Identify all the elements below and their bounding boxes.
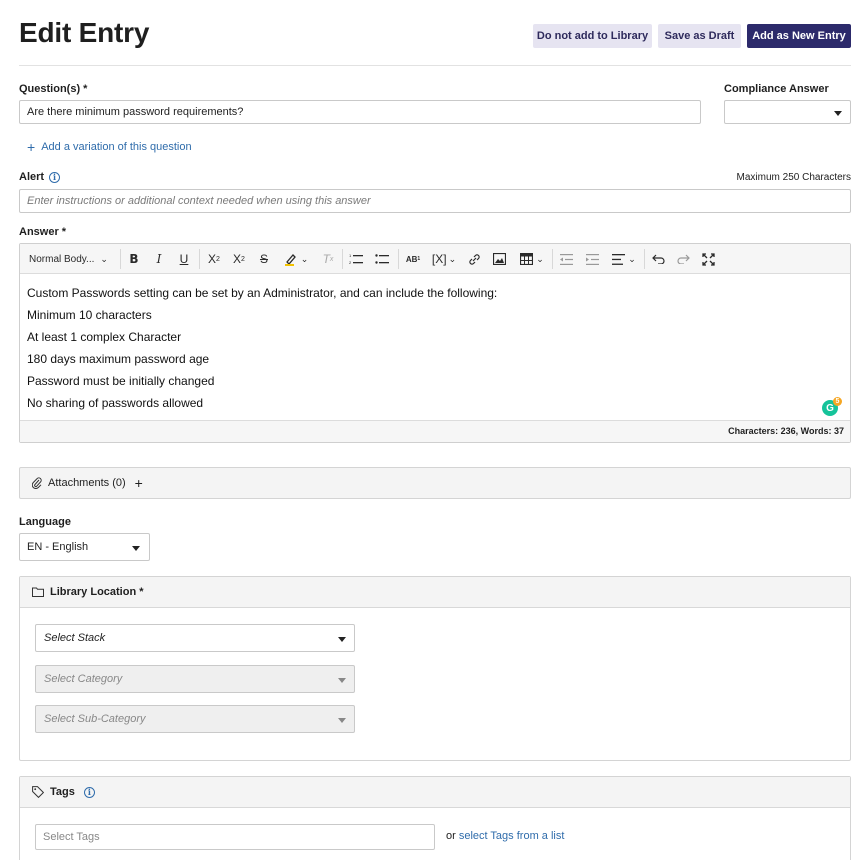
library-location-panel: Library Location * Select Stack Select C… [19, 576, 851, 761]
answer-line: Minimum 10 characters [27, 308, 152, 322]
answer-line: Custom Passwords setting can be set by a… [27, 286, 498, 300]
alert-max-characters: Maximum 250 Characters [736, 172, 851, 183]
chevron-down-icon [834, 111, 842, 116]
grammarly-count-badge: 5 [833, 397, 842, 406]
attachments-panel[interactable]: Attachments (0) + [19, 467, 851, 499]
image-icon[interactable] [491, 251, 507, 267]
table-icon[interactable]: ⌄ [517, 251, 547, 267]
select-tags-from-list-link[interactable]: select Tags from a list [459, 830, 565, 842]
svg-text:1: 1 [349, 253, 352, 258]
redo-icon[interactable] [675, 251, 691, 267]
add-as-new-entry-button[interactable]: Add as New Entry [747, 24, 851, 48]
bullet-list-icon[interactable] [374, 251, 390, 267]
question-input[interactable]: Are there minimum password requirements? [19, 100, 701, 124]
undo-icon[interactable] [650, 251, 666, 267]
attachments-header[interactable]: Attachments (0) + [32, 476, 143, 490]
indent-icon[interactable] [584, 251, 600, 267]
alert-placeholder: Enter instructions or additional context… [27, 195, 371, 207]
info-icon[interactable]: i [83, 786, 95, 798]
page-title: Edit Entry [19, 17, 150, 48]
answer-line: 180 days maximum password age [27, 352, 210, 366]
add-variation-label: Add a variation of this question [41, 141, 192, 153]
language-value: EN - English [27, 541, 89, 553]
align-icon[interactable]: ⌄ [609, 251, 639, 267]
folder-icon [32, 587, 44, 597]
bold-icon[interactable]: B [126, 251, 142, 267]
subscript-icon[interactable]: X2 [205, 251, 223, 267]
question-label: Question(s) * [19, 83, 88, 95]
select-category-placeholder: Select Category [44, 673, 123, 685]
language-label: Language [19, 516, 71, 528]
chevron-down-icon: ⌄ [100, 253, 108, 264]
toolbar-separator [199, 249, 200, 269]
highlight-icon[interactable]: ⌄ [281, 251, 311, 267]
underline-icon[interactable]: U [176, 251, 192, 267]
chevron-down-icon [338, 678, 346, 683]
clear-format-icon[interactable]: Tx [320, 251, 336, 267]
alert-label: Alert [19, 171, 45, 183]
toolbar-separator [552, 249, 553, 269]
language-select[interactable]: EN - English [19, 533, 150, 561]
toolbar-separator [120, 249, 121, 269]
do-not-add-to-library-button[interactable]: Do not add to Library [533, 24, 652, 48]
select-category[interactable]: Select Category [35, 665, 355, 693]
answer-line: At least 1 complex Character [27, 330, 182, 344]
paperclip-icon [32, 477, 42, 489]
tags-input[interactable]: Select Tags [35, 824, 435, 850]
chevron-down-icon [132, 546, 140, 551]
tags-header: Tags i [20, 777, 850, 808]
alert-input[interactable]: Enter instructions or additional context… [19, 189, 851, 213]
compliance-answer-label: Compliance Answer [724, 83, 829, 95]
tags-or-text: or [446, 830, 456, 842]
spellcheck-icon[interactable]: AB 1 [404, 251, 422, 267]
outdent-icon[interactable] [558, 251, 574, 267]
library-location-label: Library Location * [50, 586, 144, 598]
select-sub-category-placeholder: Select Sub-Category [44, 713, 146, 725]
attachments-label: Attachments (0) [48, 477, 126, 489]
answer-line: No sharing of passwords allowed [27, 396, 204, 410]
select-stack-placeholder: Select Stack [44, 632, 106, 644]
answer-line: Password must be initially changed [27, 374, 215, 388]
toolbar-separator [398, 249, 399, 269]
link-icon[interactable] [466, 251, 482, 267]
select-stack[interactable]: Select Stack [35, 624, 355, 652]
tag-icon [32, 786, 44, 798]
alert-label-group: Alert i [19, 171, 61, 183]
add-attachment-icon[interactable]: + [135, 476, 143, 490]
italic-icon[interactable]: I [151, 251, 167, 267]
select-sub-category[interactable]: Select Sub-Category [35, 705, 355, 733]
variable-icon[interactable]: [X] ⌄ [429, 251, 459, 267]
paragraph-style-select[interactable]: Normal Body... ⌄ [29, 251, 115, 267]
toolbar-separator [644, 249, 645, 269]
superscript-icon[interactable]: X2 [230, 251, 248, 267]
question-value: Are there minimum password requirements? [27, 106, 244, 118]
save-as-draft-button[interactable]: Save as Draft [658, 24, 741, 48]
chevron-down-icon [338, 718, 346, 723]
numbered-list-icon[interactable]: 12 [348, 251, 364, 267]
paragraph-style-value: Normal Body... [29, 253, 95, 265]
editor-footer: Characters: 236, Words: 37 [20, 420, 850, 442]
tags-label: Tags [50, 786, 75, 798]
svg-text:2: 2 [349, 260, 352, 265]
chevron-down-icon [338, 637, 346, 642]
library-location-header: Library Location * [20, 577, 850, 608]
strikethrough-icon[interactable]: S [256, 251, 272, 267]
plus-icon: + [27, 139, 36, 155]
info-icon[interactable]: i [49, 171, 61, 183]
editor-toolbar: Normal Body... ⌄ B I U X2 X2 S ⌄ Tx 12 A… [20, 244, 850, 274]
fullscreen-icon[interactable] [700, 251, 716, 267]
compliance-answer-select[interactable] [724, 100, 851, 124]
header-divider [19, 65, 851, 66]
tags-panel: Tags i Select Tags or select Tags from a… [19, 776, 851, 860]
answer-editor[interactable]: Normal Body... ⌄ B I U X2 X2 S ⌄ Tx 12 A… [19, 243, 851, 443]
answer-label: Answer * [19, 226, 67, 238]
tags-list-option: or select Tags from a list [446, 830, 564, 842]
character-word-count: Characters: 236, Words: 37 [728, 426, 844, 436]
add-variation-link[interactable]: + Add a variation of this question [27, 139, 192, 155]
toolbar-separator [342, 249, 343, 269]
tags-placeholder: Select Tags [43, 831, 100, 843]
